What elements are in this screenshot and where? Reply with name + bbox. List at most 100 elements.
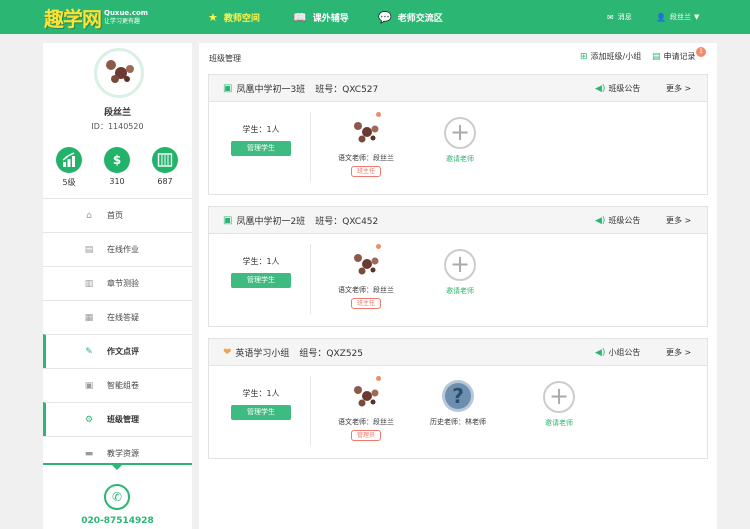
teacher-name: 历史老师：林老师 bbox=[430, 418, 486, 426]
mail-icon: ✉ bbox=[607, 12, 614, 22]
user-id: ID：1140520 bbox=[91, 122, 144, 131]
teacher-name: 语文老师：段丝兰 bbox=[338, 286, 394, 294]
stat-level-value: 5级 bbox=[62, 178, 76, 187]
user-menu[interactable]: 👤 段丝兰 ▼ bbox=[656, 0, 699, 34]
class-book-icon: ▣ bbox=[223, 214, 233, 226]
add-class-button[interactable]: ⊞ 添加班级/小组 bbox=[580, 51, 641, 62]
sidebar-item-essay-review[interactable]: ✎ 作文点评 bbox=[43, 334, 192, 368]
role-tag: 管理员 bbox=[350, 430, 381, 441]
user-icon: 👤 bbox=[656, 12, 666, 22]
folder-icon: ▬ bbox=[84, 448, 94, 459]
more-link[interactable]: 更多 > bbox=[666, 75, 691, 102]
teacher-avatar bbox=[348, 112, 384, 150]
speaker-icon: ◀) bbox=[595, 83, 606, 94]
class-name: 凤凰中学初一2班 bbox=[236, 216, 306, 227]
chat-icon: 💬 bbox=[378, 10, 392, 24]
speaker-icon: ◀) bbox=[595, 347, 606, 358]
heart-icon: ❤ bbox=[223, 346, 232, 358]
sidebar-item-qa[interactable]: ▦ 在线答疑 bbox=[43, 300, 192, 334]
logo-site: Quxue.com bbox=[104, 8, 149, 17]
role-tag: 班主任 bbox=[350, 298, 381, 309]
phone-number: 020-87514928 bbox=[81, 516, 154, 526]
add-icon: ⊞ bbox=[580, 51, 588, 62]
speaker-icon: ◀) bbox=[595, 215, 606, 226]
notification-badge: 1 bbox=[696, 47, 706, 57]
nav-teacher-forum[interactable]: 💬 老师交流区 bbox=[378, 0, 443, 34]
phone-icon: ✆ bbox=[104, 484, 130, 510]
abacus-icon bbox=[152, 147, 178, 173]
teacher-avatar: ? bbox=[440, 378, 476, 414]
manage-students-button[interactable]: 管理学生 bbox=[231, 141, 291, 156]
sidebar-item-paper[interactable]: ▣ 智能组卷 bbox=[43, 368, 192, 402]
class-card-header: ▣ 凤凰中学初一3班 班号：QXC527 ◀) 班级公告 更多 > bbox=[209, 75, 707, 102]
more-link[interactable]: 更多 > bbox=[666, 339, 691, 366]
group-card: ❤ 英语学习小组 组号：QXZ525 ◀) 小组公告 更多 > 学生：1人 管理… bbox=[208, 338, 708, 459]
qa-icon: ▦ bbox=[84, 312, 94, 323]
announcement-link[interactable]: ◀) 班级公告 bbox=[595, 75, 640, 102]
group-card-header: ❤ 英语学习小组 组号：QXZ525 ◀) 小组公告 更多 > bbox=[209, 339, 707, 366]
class-card: ▣ 凤凰中学初一2班 班号：QXC452 ◀) 班级公告 更多 > 学生：1人 … bbox=[208, 206, 708, 327]
announcement-link[interactable]: ◀) 班级公告 bbox=[595, 207, 640, 234]
indicator-arrow bbox=[112, 465, 122, 470]
paper-icon: ▣ bbox=[84, 380, 94, 391]
class-name: 凤凰中学初一3班 bbox=[236, 84, 306, 95]
level-chart-icon bbox=[56, 147, 82, 173]
plus-icon: + bbox=[543, 381, 575, 413]
sidebar: 段丝兰 ID：1140520 5级 $ 310 687 ⌂ 首页 ▤ 在线作业 … bbox=[43, 43, 192, 529]
money-bag-icon: $ bbox=[104, 147, 130, 173]
role-tag: 班主任 bbox=[350, 166, 381, 177]
nav-teacher-space[interactable]: ★ 教师空间 bbox=[208, 0, 260, 34]
teacher-entry[interactable]: 语文老师：段丝兰 班主任 bbox=[326, 244, 406, 309]
manage-students-button[interactable]: 管理学生 bbox=[231, 405, 291, 420]
teacher-entry[interactable]: 语文老师：段丝兰 管理员 bbox=[326, 376, 406, 441]
map-icon: ▥ bbox=[84, 278, 94, 289]
settings-icon: ⚙ bbox=[84, 414, 94, 425]
announcement-link[interactable]: ◀) 小组公告 bbox=[595, 339, 640, 366]
class-card: ▣ 凤凰中学初一3班 班号：QXC527 ◀) 班级公告 更多 > 学生：1人 … bbox=[208, 74, 708, 195]
class-book-icon: ▣ bbox=[223, 82, 233, 94]
user-name: 段丝兰 bbox=[103, 108, 131, 118]
record-icon: ▤ bbox=[652, 51, 661, 62]
nav-tutoring[interactable]: 📖 课外辅导 bbox=[293, 0, 349, 34]
stat-points-value: 687 bbox=[157, 177, 173, 186]
teacher-entry[interactable]: 语文老师：段丝兰 班主任 bbox=[326, 112, 406, 177]
invite-teacher-button[interactable]: + 邀请老师 bbox=[430, 117, 490, 164]
sidebar-item-home[interactable]: ⌂ 首页 bbox=[43, 198, 192, 232]
teacher-entry[interactable]: ? 历史老师：林老师 bbox=[418, 378, 498, 427]
stat-points[interactable]: 687 bbox=[150, 147, 180, 186]
top-navigation-bar: 趣学网 Quxue.com 让学习更有趣 ★ 教师空间 📖 课外辅导 💬 老师交… bbox=[0, 0, 750, 34]
logo-mark: 趣学网 bbox=[44, 6, 102, 31]
class-code: 班号：QXC452 bbox=[315, 216, 379, 227]
teacher-name: 语文老师：段丝兰 bbox=[338, 418, 394, 426]
sidebar-menu: ⌂ 首页 ▤ 在线作业 ▥ 章节测验 ▦ 在线答疑 ✎ 作文点评 ▣ 智能组卷 … bbox=[43, 198, 192, 470]
class-card-header: ▣ 凤凰中学初一2班 班号：QXC452 ◀) 班级公告 更多 > bbox=[209, 207, 707, 234]
more-link[interactable]: 更多 > bbox=[666, 207, 691, 234]
student-count: 学生：1人 bbox=[242, 125, 280, 134]
stat-coins[interactable]: $ 310 bbox=[102, 147, 132, 186]
svg-text:?: ? bbox=[452, 384, 464, 408]
home-icon: ⌂ bbox=[86, 210, 92, 221]
apply-records-button[interactable]: ▤ 申请记录 bbox=[652, 51, 696, 62]
sidebar-item-quiz[interactable]: ▥ 章节测验 bbox=[43, 266, 192, 300]
stat-coins-value: 310 bbox=[109, 177, 125, 186]
messages-link[interactable]: ✉ 消息 bbox=[607, 0, 632, 34]
divider bbox=[310, 376, 311, 446]
contact-panel: ✆ 020-87514928 bbox=[43, 463, 192, 529]
sidebar-item-homework[interactable]: ▤ 在线作业 bbox=[43, 232, 192, 266]
document-icon: ▤ bbox=[84, 244, 94, 255]
group-code: 组号：QXZ525 bbox=[299, 348, 363, 359]
site-logo[interactable]: 趣学网 Quxue.com 让学习更有趣 bbox=[44, 4, 149, 31]
manage-students-button[interactable]: 管理学生 bbox=[231, 273, 291, 288]
student-count: 学生：1人 bbox=[242, 389, 280, 398]
invite-teacher-button[interactable]: + 邀请老师 bbox=[430, 249, 490, 296]
avatar[interactable] bbox=[94, 48, 144, 98]
edit-icon: ✎ bbox=[85, 346, 93, 357]
stat-level[interactable]: 5级 bbox=[54, 147, 84, 188]
breadcrumb: 班级管理 bbox=[209, 54, 241, 63]
book-icon: 📖 bbox=[293, 10, 307, 24]
star-icon: ★ bbox=[208, 10, 218, 24]
main-content: 班级管理 ⊞ 添加班级/小组 ▤ 申请记录 1 ▣ 凤凰中学初一3班 班号：QX… bbox=[199, 43, 717, 529]
divider bbox=[310, 244, 311, 314]
invite-teacher-button[interactable]: + 邀请老师 bbox=[529, 381, 589, 428]
sidebar-item-class-management[interactable]: ⚙ 班级管理 bbox=[43, 402, 192, 436]
